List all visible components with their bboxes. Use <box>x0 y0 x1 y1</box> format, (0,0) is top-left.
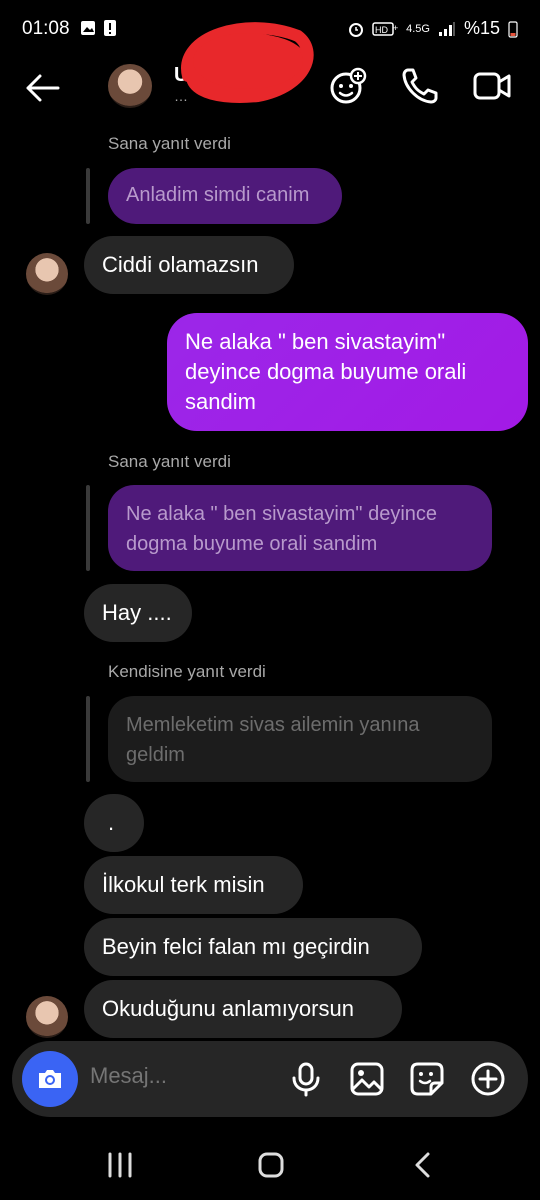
message-composer <box>12 1041 528 1117</box>
add-icon[interactable] <box>470 1061 506 1097</box>
gallery-notification-icon <box>81 21 95 35</box>
chat-header: U … <box>0 22 540 120</box>
clock: 01:08 <box>22 18 70 39</box>
phone-icon[interactable] <box>400 66 440 106</box>
incoming-message[interactable]: İlkokul terk misin <box>84 856 303 914</box>
nav-back-icon[interactable] <box>408 1150 438 1180</box>
alert-notification-icon <box>104 20 116 36</box>
outgoing-message[interactable]: Ne alaka " ben sivastayim" deyince dogma… <box>167 313 528 431</box>
recents-icon[interactable] <box>105 1150 135 1180</box>
home-icon[interactable] <box>256 1150 286 1180</box>
hd-voice-icon: HD + <box>372 21 398 36</box>
redaction-scribble <box>181 22 314 103</box>
reply-label: Sana yanıt verdi <box>108 452 231 471</box>
back-arrow-icon[interactable] <box>22 68 62 108</box>
battery-icon <box>508 20 518 38</box>
contact-avatar[interactable] <box>108 64 152 108</box>
quoted-message[interactable]: Ne alaka " ben sivastayim" deyince dogma… <box>108 485 492 571</box>
camera-button[interactable] <box>22 1051 78 1107</box>
battery-percent: %15 <box>463 18 500 38</box>
sender-avatar[interactable] <box>26 253 68 295</box>
alarm-icon <box>349 22 364 37</box>
sender-avatar[interactable] <box>26 996 68 1038</box>
incoming-message[interactable]: Hay .... <box>84 584 192 642</box>
effects-icon[interactable] <box>328 66 368 106</box>
camera-icon <box>39 1070 61 1088</box>
quoted-message[interactable]: Anladim simdi canim <box>108 168 342 224</box>
reply-bar <box>86 168 90 224</box>
incoming-message[interactable]: Ciddi olamazsın <box>84 236 294 294</box>
incoming-message[interactable]: . <box>84 794 144 852</box>
microphone-icon[interactable] <box>288 1061 324 1097</box>
video-call-icon[interactable] <box>472 66 512 106</box>
reply-bar <box>86 485 90 571</box>
system-navigation-bar <box>0 1130 540 1200</box>
svg-text:+: + <box>393 23 398 33</box>
message-thread[interactable]: Sana yanıt verdi Anladim simdi canim Cid… <box>0 120 540 1040</box>
network-type: 4.5G <box>406 22 430 35</box>
svg-text:HD: HD <box>375 25 388 35</box>
message-input[interactable] <box>90 1063 280 1089</box>
gallery-icon[interactable] <box>349 1061 385 1097</box>
signal-icon <box>438 21 455 36</box>
quoted-message[interactable]: Memleketim sivas ailemin yanına geldim <box>108 696 492 782</box>
reply-label: Kendisine yanıt verdi <box>108 662 266 681</box>
incoming-message[interactable]: Okuduğunu anlamıyorsun <box>84 980 402 1038</box>
reply-label: Sana yanıt verdi <box>108 134 231 153</box>
status-icons: HD + 4.5G %15 <box>348 18 518 39</box>
sticker-icon[interactable] <box>409 1061 445 1097</box>
reply-bar <box>86 696 90 782</box>
incoming-message[interactable]: Beyin felci falan mı geçirdin <box>84 918 422 976</box>
